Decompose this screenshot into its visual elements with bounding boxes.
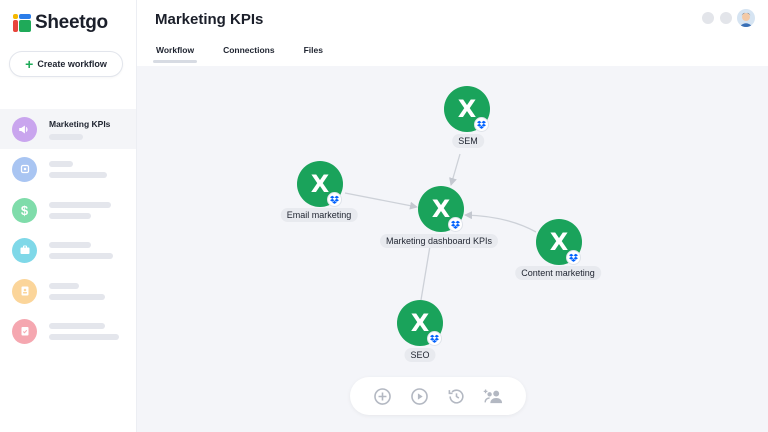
notification-dot[interactable] xyxy=(702,12,714,24)
sheetgo-logo[interactable]: Sheetgo xyxy=(13,12,108,34)
sidebar-item-4[interactable] xyxy=(0,230,136,270)
sidebar-item-label: Marketing KPIs xyxy=(49,118,111,129)
dropbox-icon xyxy=(566,250,581,265)
placeholder-bar xyxy=(49,333,119,340)
header: Marketing KPIs Workflow Connections File… xyxy=(137,0,768,66)
placeholder-bar xyxy=(49,282,79,289)
placeholder-bar xyxy=(49,201,111,208)
placeholder-bar xyxy=(49,160,73,167)
sidebar: Sheetgo + Create workflow Marketing KPIs… xyxy=(0,0,137,432)
sidebar-item-2[interactable] xyxy=(0,149,136,189)
placeholder-bar xyxy=(49,212,91,219)
megaphone-icon xyxy=(12,116,37,142)
id-badge-icon xyxy=(12,278,37,304)
workflow-canvas[interactable]: X SEM X Email marketing X Marketing dash… xyxy=(137,66,768,432)
edge-sem-dashboard xyxy=(449,153,461,186)
sidebar-item-6[interactable] xyxy=(0,311,136,351)
placeholder-bar xyxy=(49,241,91,248)
tab-files[interactable]: Files xyxy=(301,40,326,63)
app-name: Sheetgo xyxy=(35,12,108,33)
dropbox-icon xyxy=(474,117,489,132)
edge-content-dashboard xyxy=(464,211,537,233)
sidebar-item-3[interactable]: $ xyxy=(0,190,136,230)
play-circle-icon[interactable] xyxy=(409,385,431,407)
sidebar-item-marketing-kpis[interactable]: Marketing KPIs xyxy=(0,109,136,149)
node-label-email-marketing: Email marketing xyxy=(280,208,358,222)
edge-dashboard-seo xyxy=(420,245,431,301)
help-dot[interactable] xyxy=(720,12,732,24)
node-label-sem: SEM xyxy=(452,134,484,148)
dropbox-icon xyxy=(327,192,342,207)
gear-icon xyxy=(12,156,37,182)
dropbox-icon xyxy=(448,217,463,232)
placeholder-bar xyxy=(49,293,105,300)
workflow-toolbar xyxy=(350,377,526,415)
page-title: Marketing KPIs xyxy=(155,11,264,28)
history-icon[interactable] xyxy=(446,385,468,407)
add-circle-icon[interactable] xyxy=(372,385,394,407)
create-workflow-button[interactable]: + Create workflow xyxy=(9,51,123,77)
dropbox-icon xyxy=(427,331,442,346)
plus-icon: + xyxy=(25,56,34,72)
sidebar-item-5[interactable] xyxy=(0,271,136,311)
placeholder-bar xyxy=(49,322,105,329)
placeholder-bar xyxy=(49,133,83,140)
tab-bar: Workflow Connections Files xyxy=(153,40,349,63)
create-workflow-label: Create workflow xyxy=(37,59,107,69)
node-label-content-marketing: Content marketing xyxy=(515,266,601,280)
tab-connections[interactable]: Connections xyxy=(220,40,277,63)
briefcase-icon xyxy=(12,237,37,263)
edge-email-dashboard xyxy=(344,192,418,210)
clipboard-check-icon xyxy=(12,318,37,344)
dollar-icon: $ xyxy=(12,197,37,223)
avatar[interactable] xyxy=(737,9,755,27)
node-label-seo: SEO xyxy=(404,348,436,362)
tab-workflow[interactable]: Workflow xyxy=(153,40,198,63)
placeholder-bar xyxy=(49,171,107,178)
placeholder-bar xyxy=(49,252,113,259)
sheetgo-logo-icon xyxy=(13,14,31,32)
share-users-icon[interactable] xyxy=(483,385,505,407)
node-label-marketing-dashboard-kpis: Marketing dashboard KPIs xyxy=(379,234,499,248)
